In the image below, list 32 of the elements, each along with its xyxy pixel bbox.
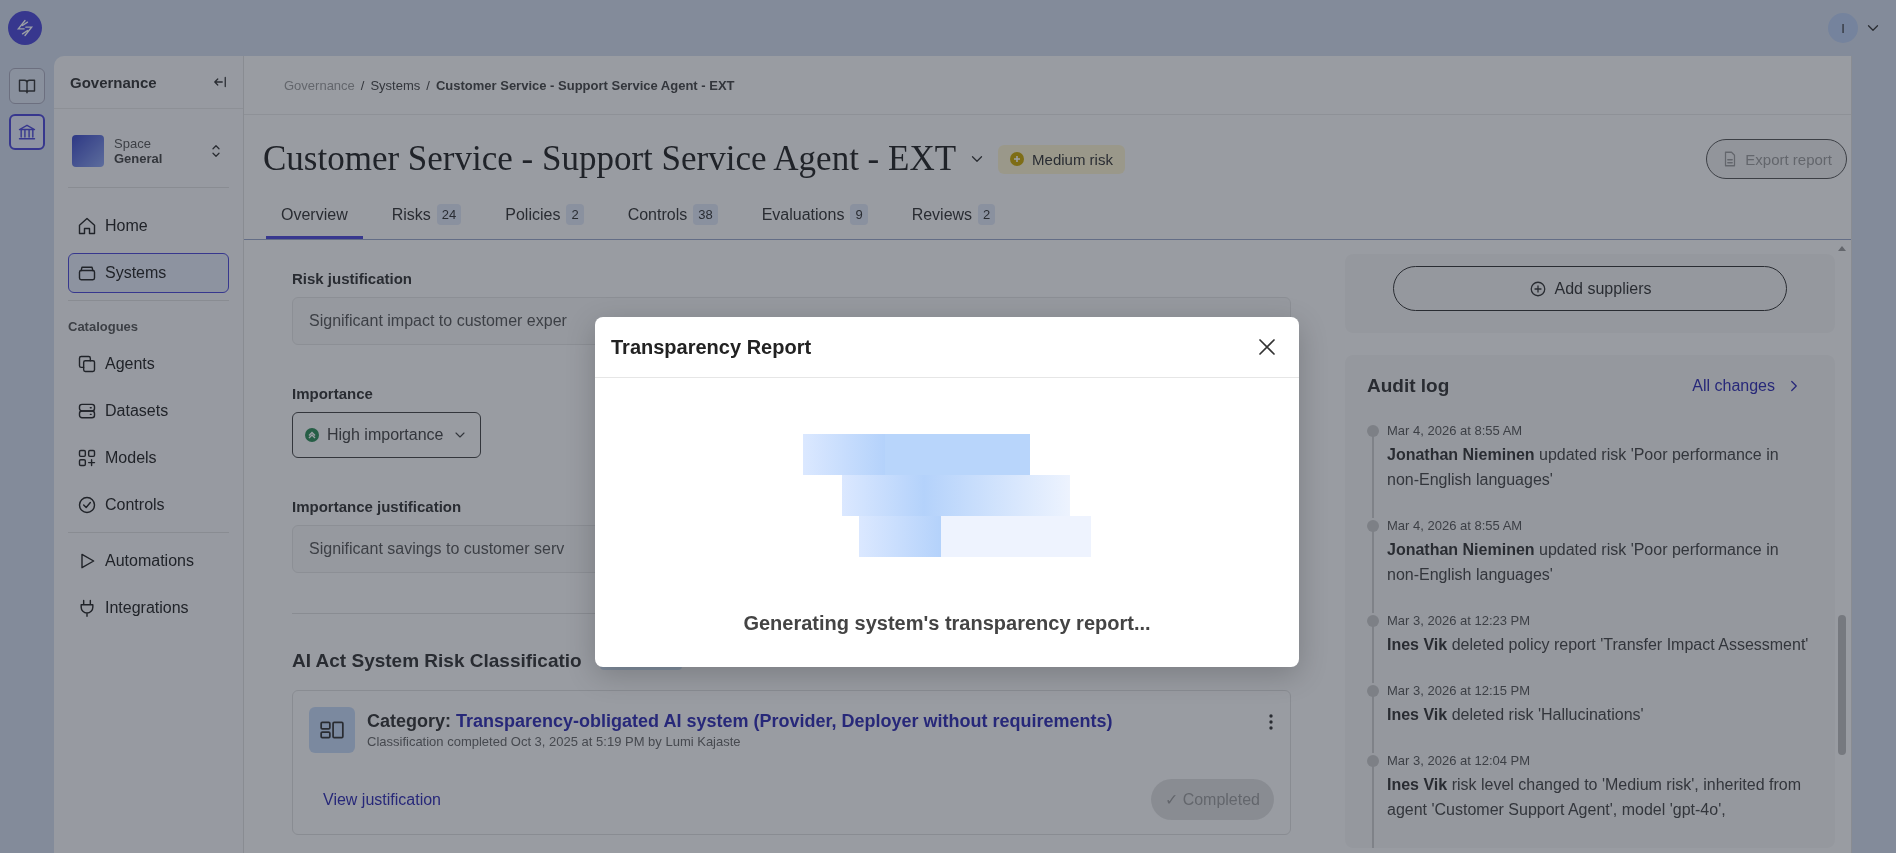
breadcrumb-current: Customer Service - Support Service Agent - EXT [435, 77, 735, 93]
sidebar-title: Governance [70, 73, 157, 91]
audit-log-title: Audit log [1367, 375, 1450, 397]
entry-text: Ines Vik risk level changed to 'Medium risk', inherited from agent 'Customer Support Agent', model 'gpt-4o', [1387, 775, 1802, 820]
count-badge: 24 [436, 204, 462, 225]
risk-badge: Medium risk [998, 144, 1125, 174]
entry-date: Mar 3, 2026 at 12:23 PM [1387, 613, 1532, 628]
entry-date: Mar 4, 2026 at 8:55 AM [1387, 423, 1524, 438]
count-badge: 2 [566, 204, 584, 225]
page-title: Customer Service - Support Service Agent - EXT [263, 139, 957, 179]
count-badge: 9 [850, 204, 868, 225]
field-label: Importance justification [292, 498, 463, 515]
space-label: Space [114, 136, 152, 151]
entry-date: Mar 4, 2026 at 8:55 AM [1387, 518, 1524, 533]
breadcrumb-separator: / [360, 77, 365, 93]
entry-text: Ines Vik deleted risk 'Hallucinations' [1387, 705, 1644, 725]
breadcrumb-separator: / [426, 77, 430, 93]
entry-date: Mar 3, 2026 at 12:15 PM [1387, 683, 1532, 698]
field-label: Risk justification [292, 270, 414, 287]
count-badge: 38 [693, 204, 718, 225]
entry-text: Jonathan Nieminen updated risk 'Poor performance in non-English languages' [1387, 540, 1780, 585]
field-label: Importance [292, 385, 374, 402]
section-heading: AI Act System Risk Classificatio [292, 650, 582, 672]
category-text: Category: Transparency-obligated AI system (Provider, Deployer without requirements) [367, 711, 1113, 732]
section-heading: Catalogues [68, 319, 140, 334]
entry-text: Ines Vik deleted policy report 'Transfer Impact Assessment' [1387, 635, 1809, 655]
count-badge: 2 [978, 204, 996, 225]
entry-text: Jonathan Nieminen updated risk 'Poor performance in non-English languages' [1387, 445, 1780, 490]
loading-message: Generating system's transparency report... [743, 612, 1151, 635]
entry-date: Mar 3, 2026 at 12:04 PM [1387, 753, 1532, 768]
space-name: General [114, 151, 164, 166]
classification-meta: Classification completed Oct 3, 2025 at 5:19 PM by Lumi Kajaste [367, 734, 742, 749]
